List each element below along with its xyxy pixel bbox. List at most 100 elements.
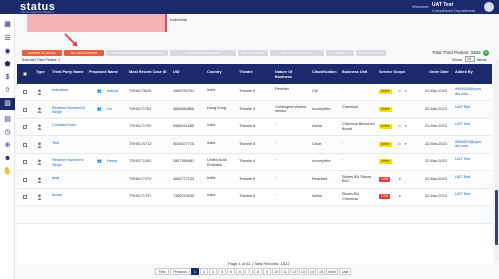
- page-13-button[interactable]: 13: [299, 268, 307, 275]
- first-page-button[interactable]: First: [155, 268, 169, 275]
- proposed-name[interactable]: Individ: [107, 89, 118, 94]
- avatar[interactable]: [484, 2, 494, 12]
- trigger-manage-assets-button[interactable]: TRIGGER RECEIVE MANAGE ASSETS: [106, 50, 168, 56]
- page-6-button[interactable]: 6: [236, 268, 244, 275]
- scrollbar-thumb[interactable]: [495, 190, 498, 245]
- last-page-button[interactable]: Last: [339, 268, 351, 275]
- info-icon[interactable]: ⊙: [398, 142, 401, 146]
- col-theatre[interactable]: Theatre: [239, 70, 253, 75]
- third-party-name[interactable]: Constant Indiv: [52, 123, 88, 128]
- dollar-icon[interactable]: $: [3, 73, 12, 82]
- order-date: 22-Mar-2023: [425, 106, 447, 111]
- table-row[interactable]: Constant Indiv TSH0171790 5586041585 India T…: [17, 119, 492, 136]
- page-7-button[interactable]: 7: [245, 268, 253, 275]
- people-icon[interactable]: ☻: [3, 154, 12, 163]
- third-party-name[interactable]: Amba: [52, 193, 88, 198]
- service-scope-badge[interactable]: Active: [379, 141, 392, 147]
- page-9-button[interactable]: 9: [263, 268, 271, 275]
- trigger-receive-button[interactable]: TRIGGER 3RD RECEIVE: [170, 50, 236, 56]
- table-row[interactable]: Test TSH0170713 5026477716 India Theatre 8 - C…: [17, 136, 492, 154]
- info-icon[interactable]: ⊙: [398, 89, 401, 93]
- col-proposed[interactable]: Proposed Name: [89, 70, 123, 75]
- chevron-down-icon[interactable]: ▾: [405, 89, 407, 93]
- next-page-button[interactable]: Next: [326, 268, 338, 275]
- third-party-name[interactable]: Test: [52, 141, 88, 146]
- col-uid[interactable]: UID: [173, 70, 180, 75]
- table-row[interactable]: Redeem Number's Singh 👥 Henry TSH0171300 286…: [17, 154, 492, 171]
- col-date[interactable]: Order Date: [429, 70, 449, 75]
- add-third-party-icon[interactable]: +: [483, 50, 489, 56]
- col-country[interactable]: Country: [207, 70, 222, 75]
- table-row[interactable]: Ipsa TSH0177370 4083777133 India Theatre 8 - R…: [17, 171, 492, 189]
- page-1-button[interactable]: 1: [191, 268, 199, 275]
- arrow-annotation-icon: [64, 33, 78, 47]
- col-type[interactable]: Type: [36, 70, 45, 75]
- service-scope-badge[interactable]: Active: [379, 106, 392, 112]
- page-12-button[interactable]: 12: [290, 268, 298, 275]
- page-size-select[interactable]: 10: [465, 56, 475, 62]
- page-3-button[interactable]: 3: [209, 268, 217, 275]
- close-button[interactable]: CLOSE: [326, 50, 354, 56]
- chevron-down-icon[interactable]: ▾: [405, 142, 407, 146]
- third-party-name[interactable]: Redeem Number's Singh: [52, 158, 88, 167]
- col-name[interactable]: Third Party Name: [52, 70, 88, 75]
- third-party-name[interactable]: Redeem Number10 Singh: [52, 106, 88, 115]
- previous-page-button[interactable]: Previous: [170, 268, 190, 275]
- page-8-button[interactable]: 8: [254, 268, 262, 275]
- page-14-button[interactable]: 14: [308, 268, 316, 275]
- page-2-button[interactable]: 2: [200, 268, 208, 275]
- light-export-button[interactable]: 3R LIGHT EXPORT: [64, 50, 104, 56]
- page-10-button[interactable]: 10: [272, 268, 280, 275]
- doc-icon[interactable]: ▤: [3, 115, 12, 124]
- chevron-down-icon[interactable]: ▾: [405, 124, 407, 128]
- third-party-name[interactable]: Individual: [52, 88, 88, 93]
- page-4-button[interactable]: 4: [218, 268, 226, 275]
- row-checkbox[interactable]: [23, 125, 27, 129]
- close-change-button[interactable]: CLOSE CHANGE: [356, 50, 386, 56]
- shield-icon[interactable]: ⬟: [3, 60, 12, 69]
- row-checkbox[interactable]: [23, 107, 27, 112]
- page-5-button[interactable]: 5: [227, 268, 235, 275]
- table-row[interactable]: Redeem Number10 Singh 👥 Un TSH0171761 366646…: [17, 101, 492, 119]
- row-checkbox[interactable]: [23, 195, 27, 199]
- row-checkbox[interactable]: [23, 177, 27, 182]
- col-added-by[interactable]: Added By: [455, 70, 473, 75]
- eye-icon[interactable]: ◉: [3, 47, 12, 56]
- hand-icon[interactable]: ✋: [3, 167, 12, 176]
- grid-icon[interactable]: ▦: [3, 20, 12, 29]
- export-to-excel-button[interactable]: EXPORT TO EXCEL: [22, 50, 62, 56]
- clock-icon[interactable]: ◷: [3, 128, 12, 137]
- page-11-button[interactable]: 11: [281, 268, 289, 275]
- row-checkbox[interactable]: [23, 142, 27, 147]
- proposed-name[interactable]: Henry: [107, 159, 117, 164]
- service-scope-badge[interactable]: Active: [379, 159, 392, 164]
- select-all-checkbox[interactable]: [23, 72, 27, 76]
- list-icon[interactable]: ☰: [3, 34, 12, 43]
- chart-icon[interactable]: ▥: [0, 98, 15, 110]
- col-classification[interactable]: Classification: [312, 70, 337, 75]
- proposed-name[interactable]: Un: [107, 107, 112, 112]
- info-icon[interactable]: ⊙: [398, 124, 401, 128]
- user-add-icon[interactable]: ⊕: [3, 141, 12, 150]
- row-checkbox[interactable]: [23, 160, 27, 164]
- col-nature[interactable]: Nature Of Business: [275, 70, 309, 79]
- chevron-down-icon[interactable]: ▾: [399, 177, 401, 181]
- col-case-id[interactable]: Most Recent Case ID: [129, 70, 173, 75]
- service-scope-badge[interactable]: LOW: [379, 194, 391, 199]
- chevron-down-icon[interactable]: ▾: [399, 194, 401, 198]
- col-scope[interactable]: Service Scope: [379, 70, 405, 75]
- third-party-name[interactable]: Ipsa: [52, 176, 88, 181]
- col-unit[interactable]: Business Unit: [342, 70, 367, 75]
- person-icon: [37, 107, 42, 113]
- bulk-change-button[interactable]: BULK CHANGE: [238, 50, 268, 56]
- table-row[interactable]: [17, 206, 492, 224]
- service-scope-badge[interactable]: Active: [379, 124, 392, 129]
- page-15-button[interactable]: 15: [317, 268, 325, 275]
- service-scope-badge[interactable]: Active: [379, 89, 392, 94]
- bulk-inactivation-button[interactable]: BULK INACTIVATION: [270, 50, 324, 56]
- table-row[interactable]: Individual 👥 Individ TSH0173626 4985783761 In…: [17, 84, 492, 101]
- row-checkbox[interactable]: [23, 90, 27, 94]
- table-row[interactable]: Amba TSH0171797 7360013935 India Theatre 8 - A…: [17, 189, 492, 206]
- service-scope-badge[interactable]: LOW: [379, 176, 391, 182]
- upload-icon[interactable]: ⇧: [3, 86, 12, 95]
